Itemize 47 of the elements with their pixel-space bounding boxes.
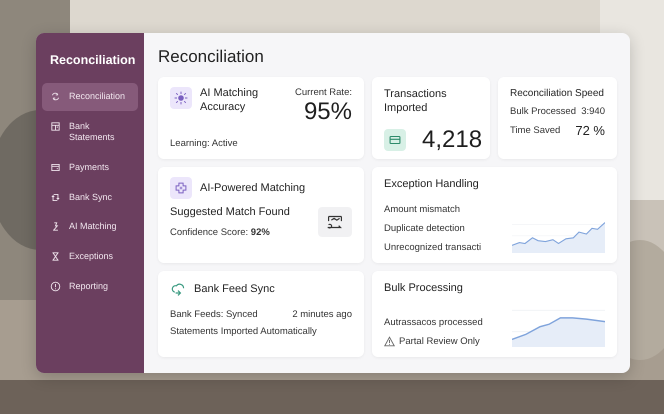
learning-status: Learning: Active	[170, 138, 239, 149]
sidebar-title: Reconciliation	[49, 53, 136, 69]
sidebar-item[interactable]: Reporting	[42, 272, 138, 300]
cloud-sync-icon	[170, 281, 186, 297]
sidebar-item[interactable]: Bank Sync	[42, 184, 138, 212]
refresh-icon	[50, 192, 61, 203]
sync-status: Bank Feeds: Synced	[170, 309, 258, 320]
card-title: Bank Feed Sync	[194, 282, 275, 296]
match-icon	[318, 206, 352, 237]
processed-count: Autrassacos processed	[384, 317, 484, 328]
page-title: Reconciliation	[158, 47, 265, 67]
metric-label: Time Saved	[510, 125, 560, 136]
sidebar-item[interactable]: Reconciliation	[42, 83, 138, 111]
exception-item: Duplicate detection	[384, 223, 466, 234]
document-icon	[50, 120, 61, 132]
rate-value: 95%	[302, 98, 352, 126]
card-title: AI Matching Accuracy	[200, 87, 260, 114]
sync-time: 2 minutes ago	[292, 309, 352, 320]
pen-icon	[50, 221, 61, 232]
metric-label: Bulk Processed	[510, 106, 576, 117]
review-warning: Partal Review Only	[399, 336, 480, 347]
warning-icon	[384, 336, 395, 347]
sidebar-item[interactable]: AI Matching	[42, 213, 138, 242]
wallet-icon	[384, 128, 406, 151]
card-title: Transactions Imported	[384, 87, 448, 116]
puzzle-icon	[170, 177, 192, 199]
sidebar-item[interactable]: Exceptions	[42, 243, 138, 271]
card-icon	[50, 162, 61, 174]
imported-count: 4,218	[422, 126, 482, 154]
card-title: Bulk Processing	[384, 281, 464, 296]
exception-item: Unrecognized transacti	[384, 242, 482, 253]
hourglass-icon	[50, 251, 61, 262]
confidence-score: Confidence Score: 92%	[170, 227, 271, 238]
sidebar-item[interactable]: Bank Statements	[42, 112, 138, 152]
sync-icon	[50, 91, 61, 102]
sidebar-item[interactable]: Payments	[42, 154, 138, 182]
sun-icon	[170, 87, 192, 109]
match-headline: Suggested Match Found	[170, 205, 290, 220]
metric-value: 72 %	[575, 123, 605, 138]
card-title: AI-Powered Matching	[200, 180, 306, 196]
exception-item: Amount mismatch	[384, 204, 462, 215]
rate-label: Current Rate:	[294, 87, 352, 98]
metric-value: 3:940	[581, 106, 605, 117]
alert-icon	[50, 280, 61, 292]
card-title: Exception Handling	[384, 177, 480, 192]
card-title: Reconciliation Speed	[510, 87, 605, 100]
sync-note: Statements Imported Automatically	[170, 326, 318, 337]
